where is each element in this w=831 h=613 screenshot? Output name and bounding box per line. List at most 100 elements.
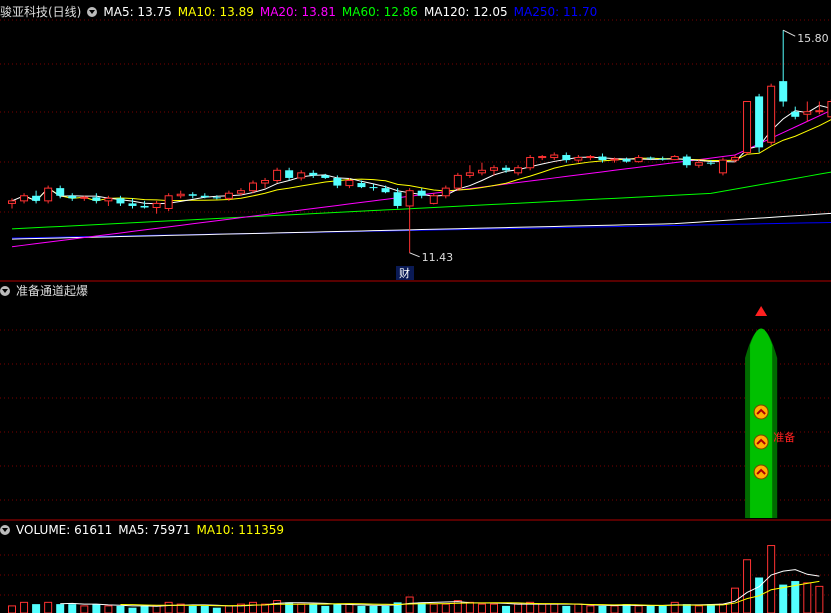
volume-bar — [224, 605, 233, 613]
candle-body — [622, 159, 631, 162]
volume-bar — [405, 596, 414, 613]
volume-bar — [562, 605, 571, 613]
candle-body — [249, 182, 257, 192]
volume-ma5-line — [60, 569, 820, 607]
volume-bar — [670, 601, 679, 613]
volume-bar — [80, 605, 89, 613]
candle-body — [779, 81, 788, 102]
candle-body — [670, 156, 679, 161]
candle-body — [176, 193, 185, 197]
volume-bar — [188, 605, 197, 613]
candle-body — [92, 197, 101, 201]
candle-body — [309, 172, 318, 176]
candle-body — [441, 187, 450, 197]
indicator-title[interactable]: 准备通道起爆 — [16, 284, 88, 298]
candle-body — [767, 85, 776, 143]
candle-body — [610, 158, 619, 161]
candle-body — [333, 177, 342, 186]
volume-bar — [32, 604, 41, 613]
candle-body — [429, 195, 438, 204]
volume-panel-header: VOLUME: 61611 MA5: 75971 MA10: 111359 — [0, 522, 296, 538]
ma-readout-4: MA120: 12.05 — [423, 5, 508, 19]
indicator-panel-menu-icon[interactable] — [0, 286, 10, 296]
volume-bar — [815, 585, 824, 613]
volume-bar — [140, 605, 149, 613]
volume-bar — [646, 605, 655, 613]
signal-label: 准备 — [773, 430, 795, 444]
candle-body — [562, 155, 571, 161]
volume-bar — [465, 601, 474, 613]
channel-top-arrow — [755, 306, 768, 316]
candle-body — [261, 179, 270, 184]
low-marker-arrow — [409, 252, 420, 258]
fin-badge: 财 — [399, 266, 410, 280]
candle-body — [477, 169, 486, 174]
candle-body — [465, 172, 474, 176]
volume-bar — [128, 607, 137, 613]
candle-body — [815, 110, 824, 113]
signal-icon — [753, 464, 769, 480]
volume-bar — [56, 604, 65, 613]
candle-body — [128, 203, 137, 206]
volume-bar — [44, 601, 53, 613]
candle-body — [658, 158, 667, 160]
volume-bar — [453, 600, 462, 613]
volume-bar — [490, 603, 498, 613]
volume-bar — [598, 605, 607, 613]
candle-body — [200, 195, 209, 198]
signal-icon — [753, 434, 769, 450]
volume-bar — [743, 559, 752, 613]
volume-bar — [20, 601, 29, 613]
candle-body — [20, 195, 29, 202]
volume-bar — [357, 605, 366, 613]
volume-bar — [164, 601, 173, 613]
candle-body — [405, 190, 414, 207]
candle-body — [188, 194, 197, 196]
candle-body — [417, 190, 426, 196]
ma-readout-1: MA10: 13.89 — [177, 5, 254, 19]
candle-body — [538, 156, 547, 159]
candle-body — [56, 188, 65, 196]
low-marker-label: 11.43 — [422, 251, 454, 264]
volume-bar — [152, 605, 161, 613]
volume-bar — [381, 605, 390, 613]
volume-bar — [333, 604, 342, 613]
candle-body — [490, 167, 498, 171]
volume-bar — [477, 603, 486, 613]
candle-body — [369, 187, 378, 189]
candle-body — [791, 111, 800, 117]
volume-bar — [514, 603, 523, 613]
candle-body — [706, 162, 715, 164]
candle-body — [164, 195, 173, 210]
candle-body — [273, 169, 282, 181]
main-panel-menu-icon[interactable] — [87, 7, 98, 17]
candle-body — [718, 159, 727, 174]
candle-body — [116, 198, 125, 204]
candle-body — [44, 187, 53, 202]
volume-bar — [441, 603, 450, 613]
ma-readout-5: MA250: 11.70 — [513, 5, 598, 19]
volume-bar — [116, 605, 125, 613]
stock-title[interactable]: 骏亚科技(日线) — [0, 5, 81, 19]
volume-bar — [502, 605, 511, 613]
candle-body — [393, 192, 402, 206]
candle-body — [8, 200, 16, 204]
candle-body — [224, 192, 233, 199]
volume-bar — [212, 607, 221, 613]
high-marker-arrow — [782, 29, 796, 37]
candle-body — [357, 183, 366, 188]
candle-body — [598, 156, 607, 161]
candle-body — [285, 170, 294, 178]
candle-body — [381, 188, 390, 193]
high-marker-label: 15.80 — [797, 32, 829, 45]
main-panel-header: 骏亚科技(日线) MA5: 13.75 MA10: 13.89 MA20: 13.81… — [0, 4, 609, 20]
volume-bar — [200, 605, 209, 613]
volume-panel-menu-icon[interactable] — [0, 525, 10, 535]
volume-bar — [249, 601, 257, 613]
ma-readouts: MA5: 13.75 MA10: 13.89 MA20: 13.81 MA60: 12… — [103, 5, 603, 19]
candle-body — [731, 157, 739, 161]
volume-bar — [658, 605, 667, 613]
candle-body — [646, 157, 655, 159]
candle-body — [68, 195, 77, 199]
candle-body — [152, 202, 161, 208]
